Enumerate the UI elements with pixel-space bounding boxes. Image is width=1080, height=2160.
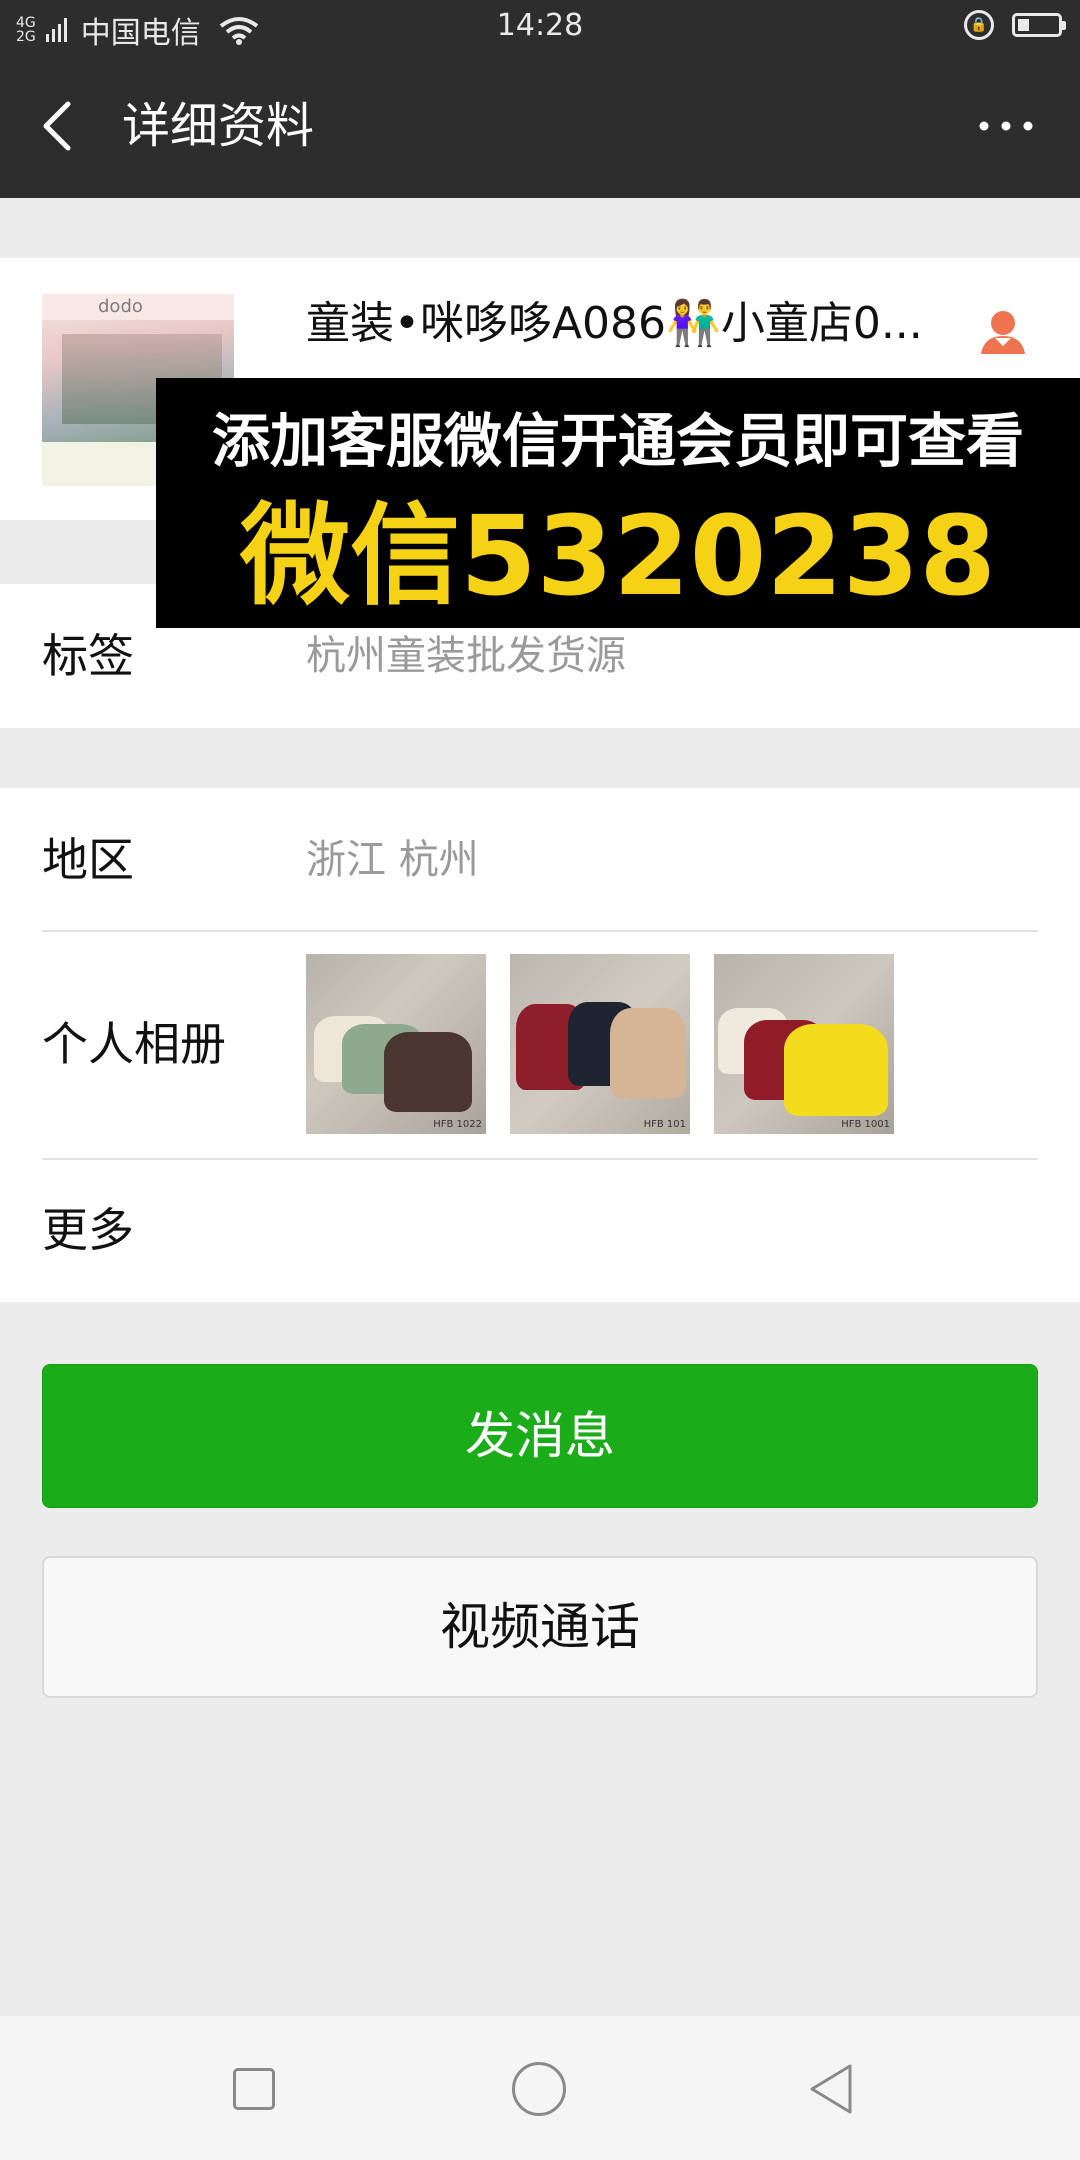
album-photo[interactable]: HFB 1001 [714,954,894,1134]
avatar-header-strip: dodo [42,294,234,320]
more-label: 更多 [42,1203,134,1257]
battery-level [1018,19,1029,31]
album-photo[interactable]: HFB 101 [510,954,690,1134]
recent-apps-icon[interactable] [233,2068,275,2110]
promo-banner: 添加客服微信开通会员即可查看 微信5320238 [156,378,1080,628]
tags-value: 杭州童装批发货源 [306,633,626,679]
home-icon[interactable] [512,2062,566,2116]
battery-icon [1012,13,1066,37]
avatar-logo-text: dodo [98,296,143,317]
info-card: 地区 浙江 杭州 个人相册 HFB 1022 HFB 101 HFB 1001 … [0,788,1080,1302]
album-photo[interactable]: HFB 1022 [306,954,486,1134]
nav-bar: 详细资料 [0,56,1080,198]
status-bar: 4G 2G 中国电信 14:28 🔒 [0,0,1080,56]
more-row[interactable]: 更多 [0,1160,1080,1302]
page-title: 详细资料 [122,98,315,154]
back-triangle-icon[interactable] [806,2062,856,2116]
status-time: 14:28 [496,8,584,43]
rotation-lock-icon: 🔒 [964,10,994,40]
more-dots-icon[interactable] [976,116,1036,136]
system-nav-bar [0,2016,1080,2160]
album-photo-caption: HFB 101 [643,1119,686,1130]
region-row: 地区 浙江 杭州 [0,788,1080,930]
person-icon [981,311,1025,354]
status-right: 🔒 [964,10,1066,40]
banner-line1: 添加客服微信开通会员即可查看 [211,407,1024,475]
tags-label: 标签 [42,629,134,683]
region-value: 浙江 杭州 [306,837,479,883]
profile-nickname: 童装•咪哆哆A086👫小童店0... [306,298,923,349]
album-label: 个人相册 [42,1017,226,1071]
album-photo-caption: HFB 1001 [841,1119,890,1130]
send-message-button[interactable]: 发消息 [42,1364,1038,1508]
chevron-left-icon[interactable] [30,96,90,156]
video-call-button[interactable]: 视频通话 [42,1556,1038,1698]
album-photo-caption: HFB 1022 [433,1119,482,1130]
region-label: 地区 [42,833,134,887]
banner-line2: 微信5320238 [240,492,996,620]
